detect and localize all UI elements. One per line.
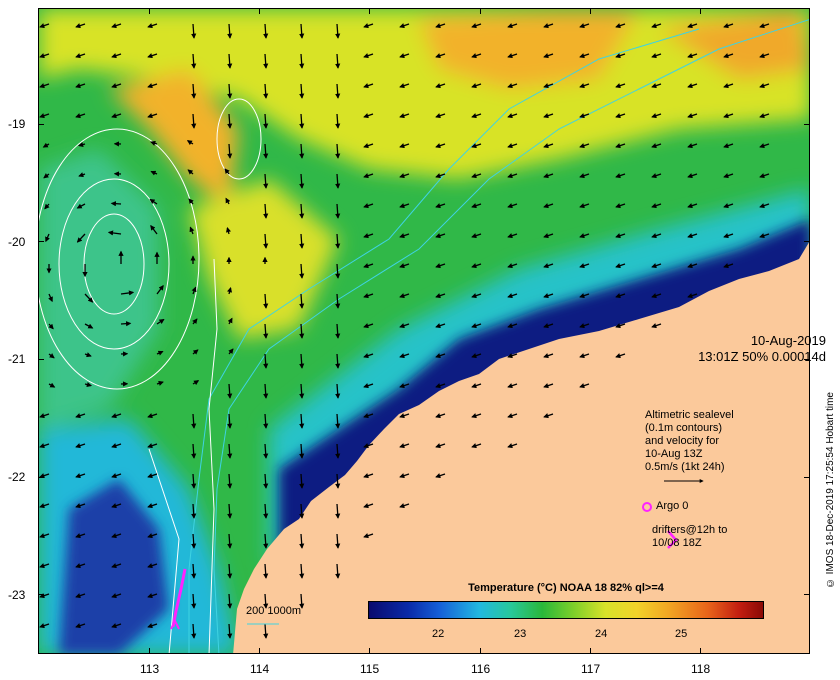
date-line-1: 10-Aug-2019 xyxy=(750,333,826,348)
y-label-20: -20 xyxy=(8,235,26,249)
sealevel-legend: Altimetric sealevel (0.1m contours) and … xyxy=(645,409,734,474)
colorbar-title: Temperature (°C) NOAA 18 82% ql>=4 xyxy=(468,582,664,594)
isobath-legend-label: 200 1000m xyxy=(246,605,302,617)
x-label-114: 114 xyxy=(250,662,270,676)
imos-credit: © IMOS 18-Dec-2019 17:25:54 Hobart time xyxy=(825,392,836,589)
drifter-legend-line: drifters@12h to xyxy=(652,524,728,536)
colorbar-tick-25: 25 xyxy=(675,628,688,640)
y-label-23: -23 xyxy=(8,588,26,602)
x-label-116: 116 xyxy=(471,662,491,676)
x-label-117: 117 xyxy=(581,662,601,676)
sst-map-canvas xyxy=(39,9,809,653)
sealevel-legend-line: 0.5m/s (1kt 24h) xyxy=(645,461,725,473)
velocity-arrow xyxy=(110,201,122,207)
y-label-21: -21 xyxy=(8,352,26,366)
sealevel-legend-line: (0.1m contours) xyxy=(645,422,723,434)
colorbar-tick-22: 22 xyxy=(432,628,445,640)
colorbar-tick-24: 24 xyxy=(595,628,608,640)
x-label-115: 115 xyxy=(360,662,380,676)
x-label-118: 118 xyxy=(691,662,711,676)
date-info: 10-Aug-2019 13:01Z 50% 0.00014d xyxy=(640,333,826,365)
x-label-113: 113 xyxy=(140,662,160,676)
sealevel-legend-line: Altimetric sealevel xyxy=(645,409,734,421)
argo-legend-label: Argo 0 xyxy=(656,500,689,512)
drifter-legend-line: 10/08 18Z xyxy=(652,537,702,549)
temperature-colorbar xyxy=(368,601,764,619)
sealevel-legend-line: 10-Aug 13Z xyxy=(645,448,703,460)
sealevel-legend-line: and velocity for xyxy=(645,435,719,447)
drifter-legend: drifters@12h to 10/08 18Z xyxy=(652,524,727,550)
colorbar-tick-23: 23 xyxy=(514,628,527,640)
date-line-2: 13:01Z 50% 0.00014d xyxy=(698,349,826,364)
y-label-22: -22 xyxy=(8,470,26,484)
sst-map xyxy=(38,8,810,654)
velocity-arrow xyxy=(120,321,132,327)
y-label-19: -19 xyxy=(8,117,26,131)
